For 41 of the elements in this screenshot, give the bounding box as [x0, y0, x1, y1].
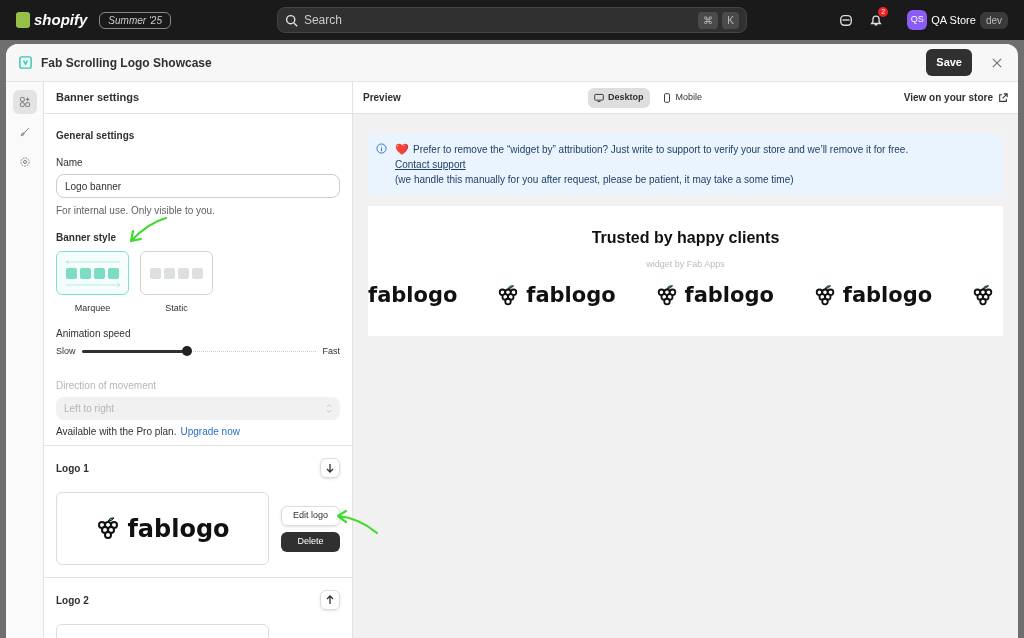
- save-button[interactable]: Save: [926, 49, 972, 76]
- logo-text: fablogo: [526, 281, 616, 309]
- panel-header: Banner settings: [44, 82, 352, 114]
- mobile-tab[interactable]: Mobile: [655, 87, 709, 108]
- logo-title: Logo 2: [56, 593, 89, 608]
- name-field[interactable]: Logo banner: [56, 174, 340, 198]
- preview-title: Preview: [363, 91, 401, 105]
- help-text: For internal use. Only visible to you.: [56, 204, 216, 218]
- pro-note: Available with the Pro plan.: [56, 425, 177, 439]
- logo-title: Logo 1: [56, 461, 89, 476]
- field-label: Direction of movement: [56, 379, 158, 393]
- logo-text: fablogo: [684, 281, 774, 309]
- desktop-tab[interactable]: Desktop: [588, 87, 650, 108]
- slider-min-label: Slow: [56, 344, 76, 358]
- contact-support-link[interactable]: Contact support: [395, 157, 466, 172]
- logo-text: fablogo: [842, 281, 933, 309]
- edit-logo-button[interactable]: Edit logo: [281, 506, 340, 526]
- delete-button[interactable]: Delete: [281, 532, 340, 552]
- shortcut-key: K: [722, 12, 739, 29]
- avatar[interactable]: QS: [907, 10, 928, 30]
- field-label: Banner style: [56, 231, 118, 245]
- view-store-link[interactable]: View on your store: [903, 90, 1008, 105]
- store-badge: dev: [979, 11, 1008, 29]
- shortcut-key: ⌘: [698, 12, 719, 29]
- option-label: Marquee: [74, 302, 111, 315]
- logo-text: fablogo: [368, 281, 458, 309]
- logo-text: fablogo: [127, 513, 230, 545]
- modal-title: Fab Scrolling Logo Showcase: [41, 54, 212, 72]
- slider-max-label: Fast: [322, 344, 340, 358]
- field-label: Animation speed: [56, 326, 132, 341]
- edition-badge: Summer '25: [99, 11, 171, 29]
- banner-heading: Trusted by happy clients: [591, 228, 780, 248]
- field-label: Name: [56, 156, 84, 170]
- section-title: General settings: [56, 129, 136, 143]
- option-label: Static: [165, 302, 188, 315]
- heart-icon: ❤: [395, 142, 409, 157]
- notice-text: Prefer to remove the “widget by” attribution? Just write to support to verify your store and we’ll remove it for free.: [413, 143, 909, 157]
- notice-note: (we handle this manually for you after request, please be patient, it may take a some time): [395, 173, 795, 187]
- store-name: QA Store: [931, 12, 976, 28]
- upgrade-link[interactable]: Upgrade now: [180, 424, 240, 439]
- brand-name: shopify: [34, 9, 88, 30]
